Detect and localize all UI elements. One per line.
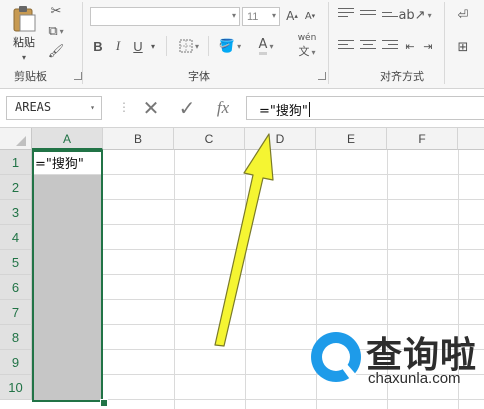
orientation-icon[interactable]: ab↗ ▾ bbox=[398, 6, 431, 24]
cell-a1[interactable]: ="搜狗" bbox=[35, 153, 84, 172]
row-header[interactable]: 8 bbox=[0, 325, 32, 350]
decrease-font-size-button[interactable]: A ▾ bbox=[302, 7, 318, 25]
increase-font-size-button[interactable]: A ▴ bbox=[284, 7, 300, 25]
select-all-triangle-icon bbox=[16, 136, 26, 146]
cancel-entry-icon[interactable]: ✕ bbox=[136, 96, 166, 120]
row-header[interactable]: 6 bbox=[0, 275, 32, 300]
alignment-group-label: 对齐方式 bbox=[380, 70, 424, 83]
column-header-a[interactable]: A bbox=[32, 128, 103, 150]
column-header-g[interactable] bbox=[458, 128, 484, 150]
row-header[interactable]: 1 bbox=[0, 150, 32, 175]
align-center-icon[interactable] bbox=[360, 40, 376, 52]
fill-handle[interactable] bbox=[100, 399, 108, 407]
clipboard-icon bbox=[13, 5, 36, 31]
insert-function-button[interactable]: fx bbox=[208, 97, 238, 119]
formula-text: ="搜狗" bbox=[259, 104, 308, 119]
name-box[interactable]: AREAS ▾ bbox=[6, 96, 102, 120]
clipboard-dialog-launcher-icon[interactable] bbox=[74, 72, 82, 80]
chevron-down-icon: ▾ bbox=[231, 11, 236, 20]
row-header[interactable]: 2 bbox=[0, 175, 32, 200]
font-size-value: 11 bbox=[247, 10, 259, 23]
underline-dropdown-chevron-icon[interactable]: ▾ bbox=[148, 38, 158, 54]
cut-icon[interactable]: ✂ bbox=[46, 2, 66, 20]
wrap-text-icon[interactable]: ⏎ bbox=[452, 6, 474, 24]
column-header-f[interactable]: F bbox=[387, 128, 458, 150]
selection-border bbox=[32, 150, 103, 402]
font-color-glyph: A bbox=[258, 37, 268, 55]
column-header-e[interactable]: E bbox=[316, 128, 387, 150]
font-dialog-launcher-icon[interactable] bbox=[318, 72, 326, 80]
column-header-b[interactable]: B bbox=[103, 128, 174, 150]
align-left-icon[interactable] bbox=[338, 40, 354, 52]
underline-button[interactable]: U bbox=[130, 36, 146, 56]
group-divider bbox=[444, 2, 445, 84]
align-right-icon[interactable] bbox=[382, 40, 398, 52]
phonetic-icon: 文 ▾ bbox=[298, 45, 316, 58]
annotation-arrow bbox=[214, 133, 274, 347]
bottom-align-icon[interactable] bbox=[382, 12, 398, 20]
row-header[interactable]: 9 bbox=[0, 350, 32, 375]
name-box-value: AREAS bbox=[15, 100, 52, 114]
paste-label: 粘贴 bbox=[13, 35, 35, 49]
watermark-domain: chaxunla.com bbox=[368, 370, 461, 387]
watermark-logo-icon bbox=[311, 332, 361, 382]
chevron-down-icon: ▾ bbox=[271, 11, 276, 20]
formula-input[interactable]: ="搜狗" bbox=[246, 96, 484, 120]
divider bbox=[166, 36, 167, 56]
merge-cells-icon[interactable]: ⊞ bbox=[452, 38, 474, 56]
ribbon: 粘贴 ▾ ✂ ⧉ ▾ 🖌 剪贴板 ▾ 11 ▾ A ▴ A ▾ B I U ▾ ▾ 🪣… bbox=[0, 0, 484, 89]
middle-align-icon[interactable] bbox=[360, 10, 376, 18]
row-header[interactable]: 10 bbox=[0, 375, 32, 400]
borders-icon[interactable]: ▾ bbox=[176, 36, 202, 56]
group-divider bbox=[82, 2, 83, 84]
phonetic-guide-button[interactable]: wén 文 ▾ bbox=[292, 33, 322, 58]
row-header[interactable]: 4 bbox=[0, 225, 32, 250]
row-header[interactable]: 3 bbox=[0, 200, 32, 225]
divider bbox=[208, 36, 209, 56]
paste-dropdown-chevron-icon[interactable]: ▾ bbox=[18, 52, 30, 62]
clipboard-group-label: 剪贴板 bbox=[14, 70, 47, 83]
chevron-down-icon[interactable]: ▾ bbox=[90, 103, 95, 112]
row-header[interactable]: 5 bbox=[0, 250, 32, 275]
italic-button[interactable]: I bbox=[110, 36, 126, 56]
text-cursor bbox=[308, 102, 310, 117]
increase-indent-icon[interactable]: ⇥ bbox=[420, 38, 436, 54]
decrease-indent-icon[interactable]: ⇤ bbox=[402, 38, 418, 54]
formula-bar-grip-icon: ⋮ bbox=[118, 100, 130, 114]
paste-button[interactable]: 粘贴 bbox=[6, 2, 42, 52]
group-divider bbox=[328, 2, 329, 84]
top-align-icon[interactable] bbox=[338, 8, 354, 20]
copy-icon[interactable]: ⧉ ▾ bbox=[46, 22, 66, 40]
font-group-label: 字体 bbox=[188, 70, 210, 83]
confirm-entry-icon[interactable]: ✓ bbox=[172, 96, 202, 120]
bold-button[interactable]: B bbox=[90, 36, 106, 56]
phonetic-label: wén bbox=[297, 33, 317, 43]
fill-color-icon[interactable]: 🪣 ▾ bbox=[216, 36, 244, 56]
select-all-button[interactable] bbox=[0, 128, 32, 150]
font-color-button[interactable]: A ▾ bbox=[252, 36, 280, 56]
row-header[interactable]: 7 bbox=[0, 300, 32, 325]
gridline bbox=[174, 150, 175, 409]
format-painter-icon[interactable]: 🖌 bbox=[46, 42, 66, 60]
font-size-select[interactable]: 11 ▾ bbox=[242, 7, 280, 26]
font-name-select[interactable]: ▾ bbox=[90, 7, 240, 26]
